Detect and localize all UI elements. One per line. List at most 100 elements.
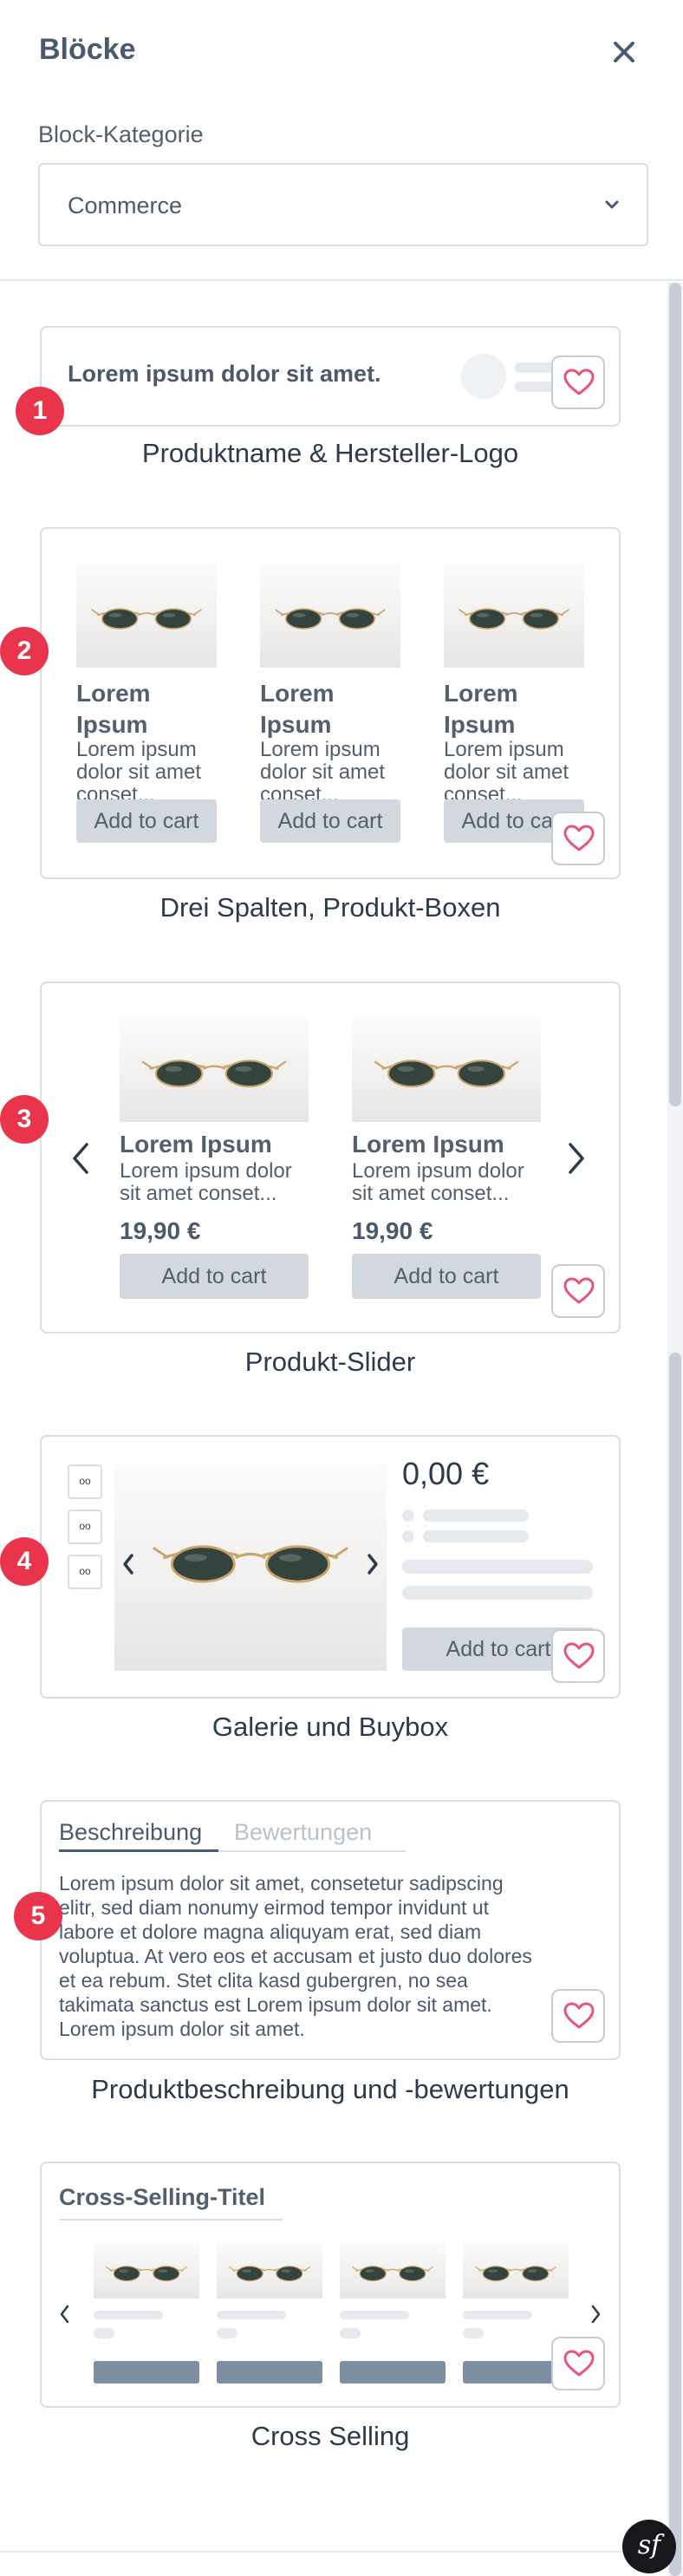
- block-caption: Drei Spalten, Produkt-Boxen: [159, 892, 501, 923]
- chevron-left-icon[interactable]: [59, 2304, 71, 2325]
- product-description: Lorem ipsum dolor sit amet conset...: [444, 738, 569, 806]
- buybox-price: 0,00 €: [402, 1456, 490, 1491]
- chevron-left-icon[interactable]: [71, 1141, 92, 1176]
- block-card-product-description[interactable]: Beschreibung Bewertungen Lorem ipsum dol…: [40, 1800, 621, 2060]
- gallery-thumbnail[interactable]: oo: [68, 1510, 102, 1544]
- product-description-text: Lorem ipsum dolor sit amet, consetetur s…: [59, 1872, 532, 2040]
- symfony-logo[interactable]: sf: [622, 2520, 676, 2573]
- block-card-cross-selling[interactable]: Cross-Selling-Titel: [40, 2162, 621, 2408]
- product-image: [352, 1018, 541, 1122]
- product-price: 19,90 €: [120, 1217, 201, 1244]
- heart-icon: [563, 1642, 595, 1670]
- favorite-button[interactable]: [551, 1989, 605, 2043]
- block-card-product-name[interactable]: Lorem ipsum dolor sit amet.: [40, 326, 621, 427]
- placeholder-line: [94, 2328, 114, 2338]
- gallery-thumbnail[interactable]: oo: [68, 1464, 102, 1499]
- chevron-left-icon[interactable]: [121, 1553, 135, 1575]
- scrollbar-thumb-lower[interactable]: [669, 1353, 681, 2576]
- active-tab-indicator: [59, 1849, 218, 1852]
- product-title: Lorem Ipsum: [260, 680, 335, 738]
- product-price: 19,90 €: [352, 1217, 433, 1244]
- chevron-down-icon: [605, 200, 619, 209]
- chevron-right-icon[interactable]: [589, 2304, 602, 2325]
- product-description: Lorem ipsum dolor sit amet conset...: [352, 1159, 524, 1205]
- favorite-button[interactable]: [551, 1629, 605, 1683]
- product-image: [120, 1018, 309, 1122]
- block-card-three-columns[interactable]: Lorem Ipsum Lorem ipsum dolor sit amet cons…: [40, 527, 621, 879]
- placeholder-line: [217, 2311, 286, 2319]
- placeholder-line: [402, 1586, 593, 1600]
- product-image: [260, 564, 400, 668]
- placeholder-line: [463, 2311, 532, 2319]
- favorite-button[interactable]: [551, 812, 605, 865]
- block-caption: Produktbeschreibung und -bewertungen: [91, 2074, 569, 2104]
- placeholder-line: [402, 1560, 593, 1574]
- title-underline: [59, 2219, 283, 2221]
- tab-reviews[interactable]: Bewertungen: [234, 1819, 372, 1846]
- block-caption: Produktname & Hersteller-Logo: [141, 438, 519, 468]
- add-to-cart-button[interactable]: Add to cart: [352, 1254, 541, 1299]
- product-image: [217, 2243, 322, 2299]
- favorite-button[interactable]: [551, 355, 605, 409]
- close-icon[interactable]: [607, 35, 641, 69]
- product-title: Lorem Ipsum: [76, 680, 151, 738]
- product-title: Lorem Ipsum: [120, 1131, 272, 1158]
- product-image: [94, 2243, 199, 2299]
- add-to-cart-button[interactable]: [94, 2361, 199, 2384]
- heart-icon: [563, 2002, 595, 2030]
- placeholder-line: [423, 1510, 529, 1522]
- add-to-cart-button[interactable]: Add to cart: [260, 799, 400, 843]
- add-to-cart-button[interactable]: [340, 2361, 446, 2384]
- product-image: [463, 2243, 569, 2299]
- product-image: [340, 2243, 446, 2299]
- header-divider: [0, 279, 683, 281]
- block-number-badge: 5: [14, 1892, 62, 1940]
- block-caption: Cross Selling: [250, 2421, 410, 2451]
- add-to-cart-button[interactable]: Add to cart: [120, 1254, 309, 1299]
- scrollbar-thumb[interactable]: [669, 283, 681, 1106]
- placeholder-line: [217, 2328, 237, 2338]
- placeholder-line: [463, 2328, 484, 2338]
- block-caption: Galerie und Buybox: [211, 1712, 449, 1742]
- heart-icon: [563, 825, 595, 852]
- product-image: [444, 564, 584, 668]
- placeholder-line: [423, 1530, 529, 1542]
- heart-icon: [563, 2350, 595, 2377]
- block-card-gallery-buybox[interactable]: oo oo oo 0,00 € Add to cart: [40, 1435, 621, 1699]
- heart-icon: [563, 368, 595, 396]
- category-select[interactable]: Commerce: [38, 163, 648, 246]
- product-image: [76, 564, 217, 668]
- product-title: Lorem Ipsum: [444, 680, 518, 738]
- chevron-right-icon[interactable]: [366, 1553, 380, 1575]
- gallery-main-image: [114, 1463, 387, 1671]
- block-caption: Produkt-Slider: [244, 1347, 416, 1377]
- product-title: Lorem Ipsum: [352, 1131, 504, 1158]
- favorite-button[interactable]: [551, 2337, 605, 2390]
- cross-selling-title: Cross-Selling-Titel: [59, 2184, 266, 2210]
- blocks-panel: Blöcke Block-Kategorie Commerce Lorem ip…: [0, 0, 683, 2576]
- product-description: Lorem ipsum dolor sit amet conset...: [76, 738, 202, 806]
- product-description: Lorem ipsum dolor sit amet conset...: [120, 1159, 292, 1205]
- placeholder-line: [94, 2311, 163, 2319]
- panel-title: Blöcke: [39, 33, 136, 66]
- tab-description[interactable]: Beschreibung: [59, 1819, 202, 1846]
- block-number-badge: 1: [16, 387, 64, 435]
- placeholder-dot: [402, 1530, 414, 1542]
- block-preview-text: Lorem ipsum dolor sit amet.: [68, 361, 381, 387]
- heart-icon: [563, 1277, 595, 1305]
- block-card-product-slider[interactable]: Lorem Ipsum Lorem ipsum dolor sit amet co…: [40, 981, 621, 1334]
- favorite-button[interactable]: [551, 1264, 605, 1318]
- block-number-badge: 4: [0, 1537, 49, 1586]
- bottom-divider: [0, 2551, 667, 2553]
- placeholder-line: [340, 2311, 409, 2319]
- category-label: Block-Kategorie: [38, 121, 204, 147]
- gallery-thumbnail[interactable]: oo: [68, 1555, 102, 1589]
- product-description: Lorem ipsum dolor sit amet conset...: [260, 738, 386, 806]
- category-select-value: Commerce: [68, 192, 183, 218]
- chevron-right-icon[interactable]: [565, 1141, 586, 1176]
- block-number-badge: 2: [0, 627, 49, 675]
- manufacturer-logo-placeholder: [461, 354, 506, 399]
- add-to-cart-button[interactable]: [217, 2361, 322, 2384]
- add-to-cart-button[interactable]: Add to cart: [76, 799, 217, 843]
- block-number-badge: 3: [0, 1095, 49, 1144]
